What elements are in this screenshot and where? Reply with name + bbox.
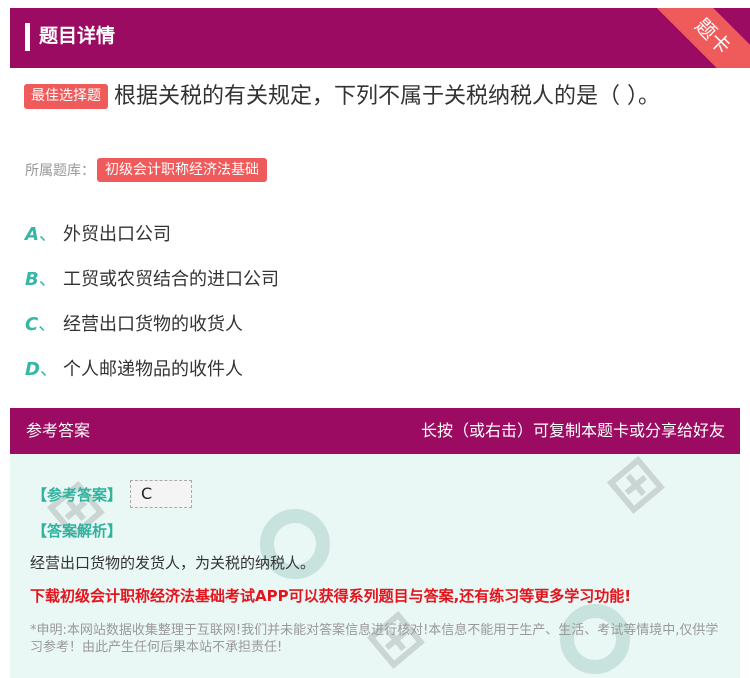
option-text: 经营出口货物的收货人	[63, 313, 243, 335]
reference-answer-row: 【参考答案】 C	[32, 480, 193, 508]
question-block: 最佳选择题 根据关税的有关规定，下列不属于关税纳税人的是（ ）。	[24, 80, 724, 113]
library-label: 所属题库：	[25, 163, 95, 179]
analysis-text: 经营出口货物的发货人，为关税的纳税人。	[30, 554, 316, 572]
reference-answer-value[interactable]: C	[130, 480, 193, 508]
header-accent-bar	[25, 23, 30, 51]
option-letter: A、	[25, 223, 57, 245]
option-a[interactable]: A、 外贸出口公司	[25, 210, 725, 255]
option-letter: C、	[25, 313, 57, 335]
disclaimer-text: *申明:本网站数据收集整理于互联网!我们并未能对答案信息进行核对!本信息不能用于…	[30, 623, 719, 655]
option-text: 个人邮递物品的收件人	[63, 358, 243, 380]
option-d[interactable]: D、 个人邮递物品的收件人	[25, 345, 725, 390]
app-download-link[interactable]: 下载初级会计职称经济法基础考试APP可以获得系列题目与答案,还有练习等更多学习功…	[30, 585, 631, 606]
answer-section-title: 参考答案	[26, 421, 91, 440]
option-text: 工贸或农贸结合的进口公司	[63, 268, 279, 290]
question-type-badge: 最佳选择题	[24, 84, 108, 109]
reference-answer-label: 【参考答案】	[32, 485, 123, 504]
watermark-glyph: ⊞	[593, 454, 677, 527]
library-badge[interactable]: 初级会计职称经济法基础	[97, 158, 267, 182]
answer-header: 参考答案 长按（或右击）可复制本题卡或分享给好友	[10, 408, 740, 454]
option-text: 外贸出口公司	[63, 223, 171, 245]
corner-ribbon: 题卡	[645, 8, 750, 68]
page-title: 题目详情	[39, 25, 116, 47]
answer-body: ⊞ ⊞ ⊞ 【参考答案】 C 【答案解析】 经营出口货物的发货人，为关税的纳税人…	[10, 454, 740, 678]
header-bar: 题目详情 题卡	[10, 8, 750, 68]
analysis-label: 【答案解析】	[32, 522, 123, 540]
option-b[interactable]: B、 工贸或农贸结合的进口公司	[25, 255, 725, 300]
options-list: A、 外贸出口公司 B、 工贸或农贸结合的进口公司 C、 经营出口货物的收货人 …	[25, 210, 725, 390]
question-text: 根据关税的有关规定，下列不属于关税纳税人的是（ ）。	[114, 84, 660, 109]
library-row: 所属题库： 初级会计职称经济法基础	[25, 158, 267, 182]
option-letter: D、	[25, 358, 58, 380]
share-hint: 长按（或右击）可复制本题卡或分享给好友	[420, 421, 725, 440]
option-c[interactable]: C、 经营出口货物的收货人	[25, 300, 725, 345]
option-letter: B、	[25, 268, 57, 290]
